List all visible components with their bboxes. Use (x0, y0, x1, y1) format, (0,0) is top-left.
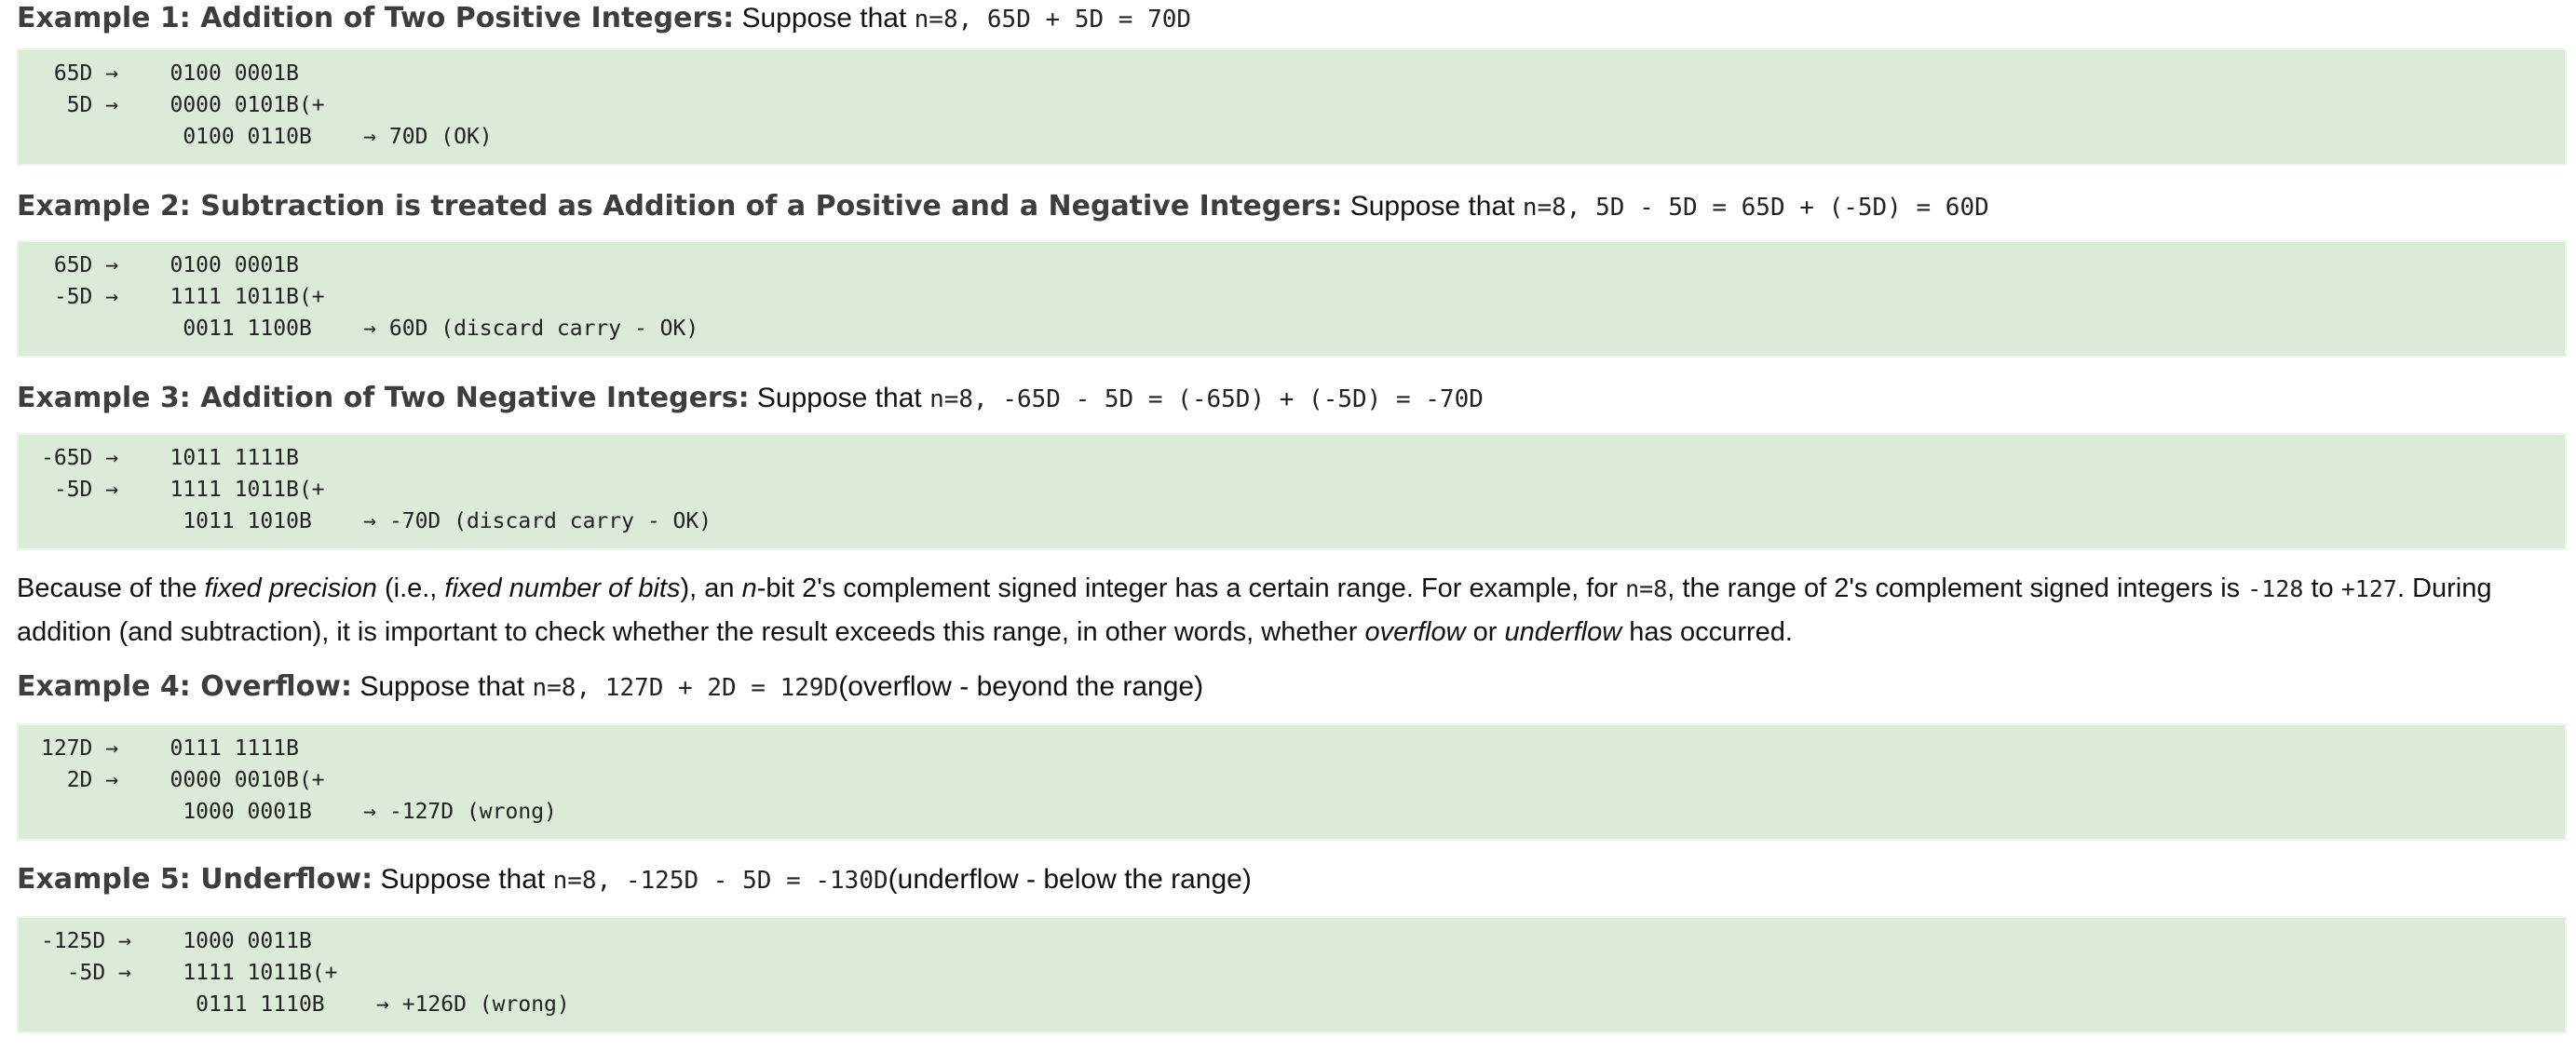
para-italic-fixed-precision: fixed precision (204, 573, 377, 603)
example-4-expression: n=8, 127D + 2D = 129D (532, 674, 839, 702)
example-3-label: Example 3: Addition of Two Negative Inte… (17, 382, 750, 414)
para-text-2: (i.e., (376, 573, 445, 603)
example-4-lead: Suppose that (359, 671, 525, 702)
example-4-code-block: 127D → 0111 1111B 2D → 0000 0010B(+ 1000… (17, 723, 2567, 841)
example-2-expression: n=8, 5D - 5D = 65D + (-5D) = 60D (1522, 194, 1989, 222)
example-4-heading: Example 4: Overflow: Suppose that n=8, 1… (17, 668, 1203, 707)
para-text-5: , the range of 2's complement signed int… (1667, 573, 2248, 603)
para-text-4: -bit 2's complement signed integer has a… (756, 573, 1626, 603)
example-5-heading: Example 5: Underflow: Suppose that n=8, … (17, 861, 1252, 899)
example-1-code-block: 65D → 0100 0001B 5D → 0000 0101B(+ 0100 … (17, 48, 2567, 166)
example-2-heading: Example 2: Subtraction is treated as Add… (17, 188, 1989, 226)
example-4-note: (overflow - beyond the range) (838, 671, 1204, 702)
example-5-note: (underflow - below the range) (888, 864, 1252, 895)
para-italic-fixed-number-of-bits: fixed number of bits (444, 573, 681, 603)
para-italic-overflow: overflow (1364, 617, 1466, 647)
para-text-9: has occurred. (1621, 617, 1793, 647)
para-italic-n: n (741, 573, 757, 603)
para-text-1: Because of the (17, 573, 205, 603)
example-5-lead: Suppose that (380, 864, 546, 895)
example-1-expression: n=8, 65D + 5D = 70D (914, 6, 1192, 34)
example-5-expression: n=8, -125D - 5D = -130D (552, 867, 888, 895)
example-3-heading: Example 3: Addition of Two Negative Inte… (17, 380, 1484, 418)
para-italic-underflow: underflow (1504, 617, 1622, 647)
example-1-lead: Suppose that (741, 3, 907, 34)
para-code-max: +127 (2340, 575, 2397, 602)
para-code-min: -128 (2247, 575, 2304, 602)
range-paragraph: Because of the fixed precision (i.e., fi… (17, 567, 2573, 654)
para-text-3: ), an (680, 573, 742, 603)
example-3-code-block: -65D → 1011 1111B -5D → 1111 1011B(+ 101… (17, 433, 2567, 550)
example-5-code-block: -125D → 1000 0011B -5D → 1111 1011B(+ 01… (17, 916, 2567, 1033)
para-text-6: to (2303, 573, 2341, 603)
example-2-lead: Suppose that (1349, 191, 1515, 222)
example-4-label: Example 4: Overflow: (17, 670, 352, 703)
example-2-label: Example 2: Subtraction is treated as Add… (17, 190, 1343, 223)
example-1-label: Example 1: Addition of Two Positive Inte… (17, 2, 735, 34)
para-text-8: or (1465, 617, 1505, 647)
example-3-expression: n=8, -65D - 5D = (-65D) + (-5D) = -70D (929, 385, 1484, 413)
example-5-label: Example 5: Underflow: (17, 863, 373, 896)
example-1-heading: Example 1: Addition of Two Positive Inte… (17, 0, 1191, 38)
para-code-n8: n=8 (1625, 575, 1668, 602)
example-2-code-block: 65D → 0100 0001B -5D → 1111 1011B(+ 0011… (17, 240, 2567, 357)
example-3-lead: Suppose that (756, 383, 922, 413)
document: Example 1: Addition of Two Positive Inte… (0, 0, 2576, 1052)
